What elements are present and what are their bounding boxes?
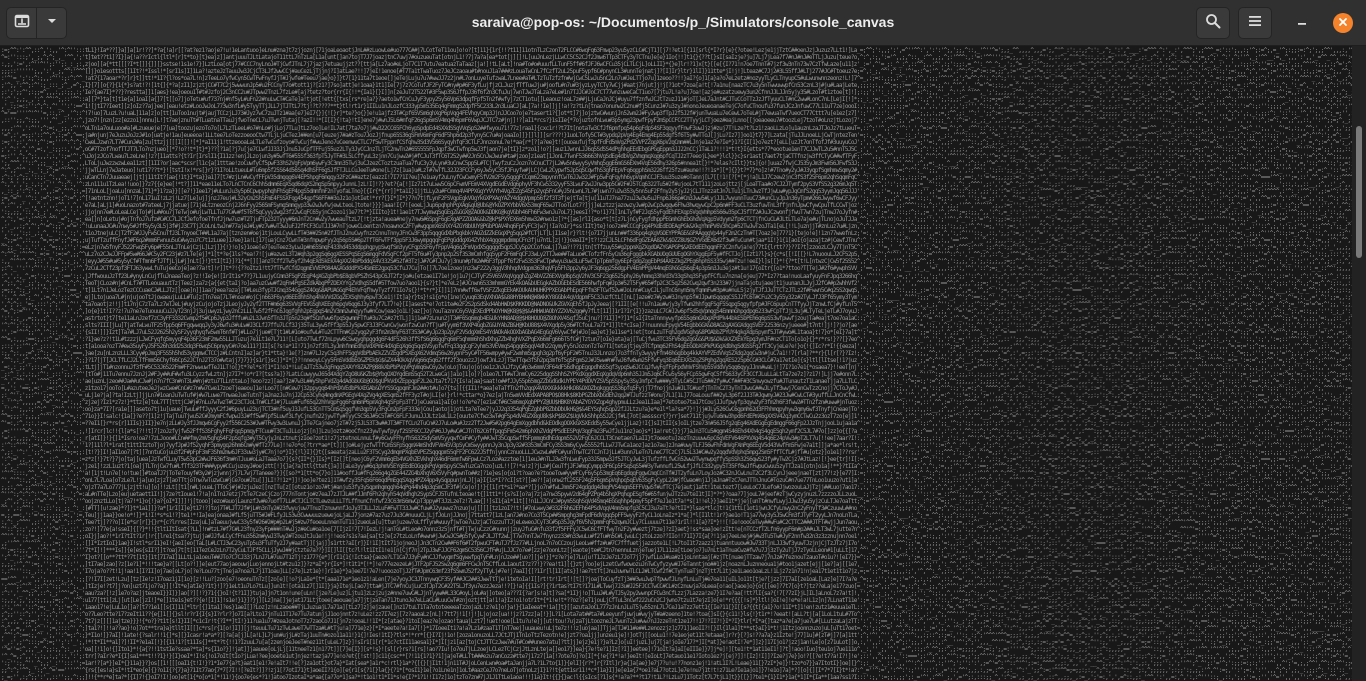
terminal-window: saraiva@pop-os: ~/Documentos/p_/Simulato… (0, 0, 1366, 681)
scrollbar-thumb[interactable] (1356, 126, 1362, 258)
new-tab-split-button[interactable] (6, 7, 67, 39)
hamburger-icon (1248, 14, 1262, 33)
close-icon (1338, 14, 1348, 32)
close-button[interactable] (1333, 13, 1353, 33)
window-title: saraiva@pop-os: ~/Documentos/p_/Simulato… (471, 14, 895, 30)
terminal-canvas[interactable]: :=;^^:':^^,::^,':,,'^:^'':::tL1}!Ia*??]}… (0, 46, 1352, 681)
tab-menu-dropdown-button[interactable] (37, 8, 66, 38)
search-icon (1205, 13, 1221, 34)
minimize-button[interactable] (1290, 11, 1314, 35)
headerbar: saraiva@pop-os: ~/Documentos/p_/Simulato… (0, 0, 1366, 46)
new-tab-button[interactable] (7, 8, 37, 38)
search-button[interactable] (1196, 7, 1230, 39)
scrollbar[interactable] (1352, 46, 1366, 681)
minimize-icon (1296, 14, 1308, 32)
chevron-down-icon (46, 14, 58, 32)
terminal-plus-icon (14, 13, 30, 34)
main-menu-button[interactable] (1238, 7, 1272, 39)
ascii-art-output: :=;^^:':^^,::^,':,,'^:^'':::tL1}!Ia*??]}… (1, 47, 1352, 681)
